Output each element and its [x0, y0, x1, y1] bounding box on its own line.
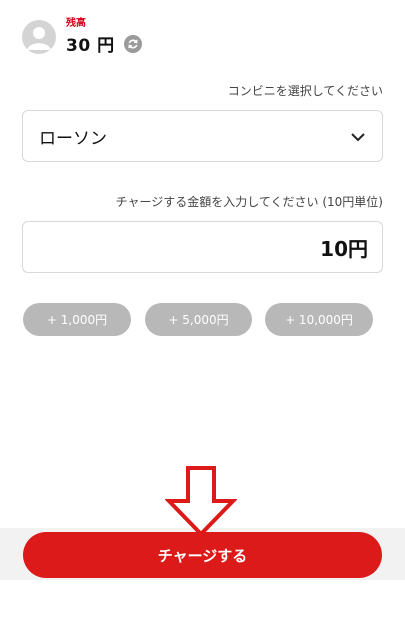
balance-label: 残高 — [66, 18, 86, 29]
balance-section: 残高 30 円 — [22, 18, 142, 56]
quick-add-10000-button[interactable]: + 10,000円 — [265, 303, 373, 336]
chevron-down-icon — [350, 127, 366, 146]
quick-add-5000-button[interactable]: + 5,000円 — [145, 303, 252, 336]
amount-value: 10円 — [320, 236, 368, 261]
store-select-value: ローソン — [39, 128, 107, 149]
quick-add-1000-button[interactable]: + 1,000円 — [23, 303, 131, 336]
store-select-prompt: コンビニを選択してください — [227, 84, 383, 98]
amount-input-prompt: チャージする金額を入力してください (10円単位) — [115, 195, 383, 209]
balance-amount: 30 円 — [66, 36, 115, 56]
avatar-icon — [22, 20, 56, 54]
amount-input[interactable]: 10円 — [22, 221, 383, 273]
store-select[interactable]: ローソン — [22, 110, 383, 162]
refresh-icon[interactable] — [123, 34, 142, 53]
down-arrow-icon — [164, 465, 238, 541]
